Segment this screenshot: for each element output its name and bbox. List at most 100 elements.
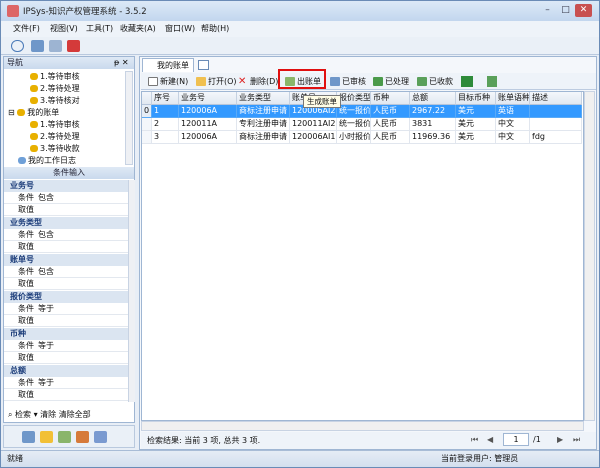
condition-header: 条件输入 xyxy=(4,167,134,179)
condition-actions: ⌕ 检索 ▾ 清除 清除全部 xyxy=(8,410,91,419)
menu-file[interactable]: 文件(F) xyxy=(13,23,40,34)
cond-row[interactable]: 取值 xyxy=(4,241,128,253)
tool-icon[interactable] xyxy=(76,431,89,443)
open-button[interactable]: 打开(O) xyxy=(195,75,237,88)
exit-icon[interactable] xyxy=(67,40,80,52)
grid-horizontal-scrollbar[interactable] xyxy=(141,421,584,431)
processed-button[interactable]: 已处理 xyxy=(372,75,409,88)
tool-icon[interactable] xyxy=(58,431,71,443)
prev-page-button[interactable]: ◀ xyxy=(487,435,493,444)
table-cell: 2 xyxy=(152,118,179,131)
bottom-toolbar xyxy=(3,425,135,448)
table-cell: 专利注册申请 xyxy=(237,118,290,131)
export-icon[interactable] xyxy=(487,76,497,87)
tree-item[interactable]: 2.等待处理 xyxy=(30,131,80,143)
cond-row[interactable]: 条件 等于 xyxy=(4,377,128,389)
delete-button[interactable]: ✕ 删除(D) xyxy=(237,75,278,88)
table-cell xyxy=(142,131,152,144)
cond-row[interactable]: 取值 xyxy=(4,315,128,327)
table-cell: 120006A xyxy=(179,131,237,144)
menu-tools[interactable]: 工具(T) xyxy=(86,23,113,34)
result-text: 检索结果: 当前 3 项, 总共 3 项. xyxy=(147,436,261,445)
column-header[interactable]: 业务号 xyxy=(179,92,237,105)
column-header[interactable]: 报价类型 xyxy=(337,92,371,105)
tool-icon[interactable] xyxy=(40,431,53,443)
table-row[interactable]: 3120006A商标注册申请120006AI1.1小时报价人民币11969.36… xyxy=(142,131,585,144)
table-cell: 120006A xyxy=(179,105,237,118)
clear-all-button[interactable]: 清除全部 xyxy=(59,410,91,419)
cond-scrollbar[interactable] xyxy=(128,180,135,402)
table-cell: 120006AI1.1 xyxy=(290,131,337,144)
search-button[interactable]: 检索 xyxy=(15,410,31,419)
table-cell: 小时报价 xyxy=(337,131,371,144)
main-panel: 我的账单 新建(N) 打开(O) ✕ 删除(D) 出账单 已审核 已处理 已收款 … xyxy=(139,56,597,450)
settings-icon[interactable] xyxy=(31,40,44,52)
nav-pin-icon[interactable]: ᵽ ✕ xyxy=(114,58,129,67)
next-page-button[interactable]: ▶ xyxy=(557,435,563,444)
table-row[interactable]: 2 120011A 专利注册申请 120011AI2 统一报价 人民币 3831 美元 中文 xyxy=(142,118,585,131)
column-header[interactable]: 描述 xyxy=(530,92,582,105)
table-cell: 0 xyxy=(142,105,152,118)
tab-my-bills[interactable]: 我的账单 xyxy=(142,58,194,72)
menu-view[interactable]: 视图(V) xyxy=(50,23,78,34)
menu-favorites[interactable]: 收藏夹(A) xyxy=(120,23,156,34)
tree-item-bills[interactable]: ⊟ 我的账单 xyxy=(8,107,59,119)
cond-row[interactable]: 取值 xyxy=(4,389,128,401)
excel-icon[interactable] xyxy=(461,76,473,87)
user-icon[interactable] xyxy=(49,40,62,52)
tree-scrollbar[interactable] xyxy=(125,71,133,165)
tree-item[interactable]: 1.等待审核 xyxy=(30,71,80,83)
last-page-button[interactable]: ⏭ xyxy=(573,435,580,445)
cond-row[interactable]: 取值 xyxy=(4,278,128,290)
column-header[interactable]: 总额 xyxy=(410,92,456,105)
app-icon xyxy=(7,5,19,17)
search-icon[interactable] xyxy=(11,40,24,52)
minimize-button[interactable]: – xyxy=(539,4,556,17)
tree-item[interactable]: 3.等待收款 xyxy=(30,143,80,155)
cond-row[interactable]: 条件 包含 xyxy=(4,192,128,204)
tool-icon[interactable] xyxy=(22,431,35,443)
audited-button[interactable]: 已审核 xyxy=(329,75,366,88)
page-input[interactable]: 1 xyxy=(503,433,529,446)
table-row[interactable]: 0 1 120006A 商标注册申请 120006AI2 统一报价 人民币 2967.22 美元… xyxy=(142,105,585,118)
grid-vertical-scrollbar[interactable] xyxy=(584,91,595,421)
cond-group-title: 报价类型 xyxy=(4,291,128,303)
cond-row[interactable]: 取值 xyxy=(4,352,128,364)
menu-window[interactable]: 窗口(W) xyxy=(165,23,195,34)
table-cell: 美元 xyxy=(456,131,496,144)
cond-row[interactable]: 条件 等于 xyxy=(4,303,128,315)
page-total: /1 xyxy=(533,435,541,444)
clear-button[interactable]: 清除 xyxy=(40,410,56,419)
tool-icon[interactable] xyxy=(94,431,107,443)
tree-item[interactable]: 2.等待处理 xyxy=(30,83,80,95)
column-header[interactable]: 业务类型 xyxy=(237,92,290,105)
table-cell: fdg xyxy=(530,131,582,144)
cond-group-title: 币种 xyxy=(4,328,128,340)
column-header[interactable]: 账单语种 xyxy=(496,92,530,105)
status-bar: 就绪 当前登录用户: 管理员 xyxy=(1,450,599,467)
received-button[interactable]: 已收款 xyxy=(416,75,453,88)
column-header[interactable]: 币种 xyxy=(371,92,410,105)
cond-row[interactable]: 条件 包含 xyxy=(4,229,128,241)
cond-row[interactable]: 条件 等于 xyxy=(4,340,128,352)
maximize-button[interactable]: □ xyxy=(557,4,574,17)
table-cell: 人民币 xyxy=(371,118,410,131)
column-header[interactable]: 目标币种 xyxy=(456,92,496,105)
table-cell xyxy=(142,118,152,131)
cond-row[interactable]: 取值 xyxy=(4,204,128,216)
table-cell: 中文 xyxy=(496,118,530,131)
table-cell: 11969.36 xyxy=(410,131,456,144)
menu-bar: 文件(F) 视图(V) 工具(T) 收藏夹(A) 窗口(W) 帮助(H) xyxy=(1,21,599,37)
table-cell: 人民币 xyxy=(371,131,410,144)
menu-help[interactable]: 帮助(H) xyxy=(201,23,229,34)
tree-item[interactable]: 1.等待审核 xyxy=(30,119,80,131)
first-page-button[interactable]: ⏮ xyxy=(471,435,478,445)
tree-item[interactable]: 3.等待核对 xyxy=(30,95,80,107)
tree-item-worklog[interactable]: 我的工作日志 xyxy=(18,155,76,167)
new-tab-icon[interactable] xyxy=(198,60,209,70)
column-header[interactable]: 序号 xyxy=(152,92,179,105)
close-button[interactable]: ✕ xyxy=(575,4,592,17)
new-button[interactable]: 新建(N) xyxy=(147,75,188,88)
cond-row[interactable]: 条件 包含 xyxy=(4,266,128,278)
column-header[interactable] xyxy=(142,92,152,105)
